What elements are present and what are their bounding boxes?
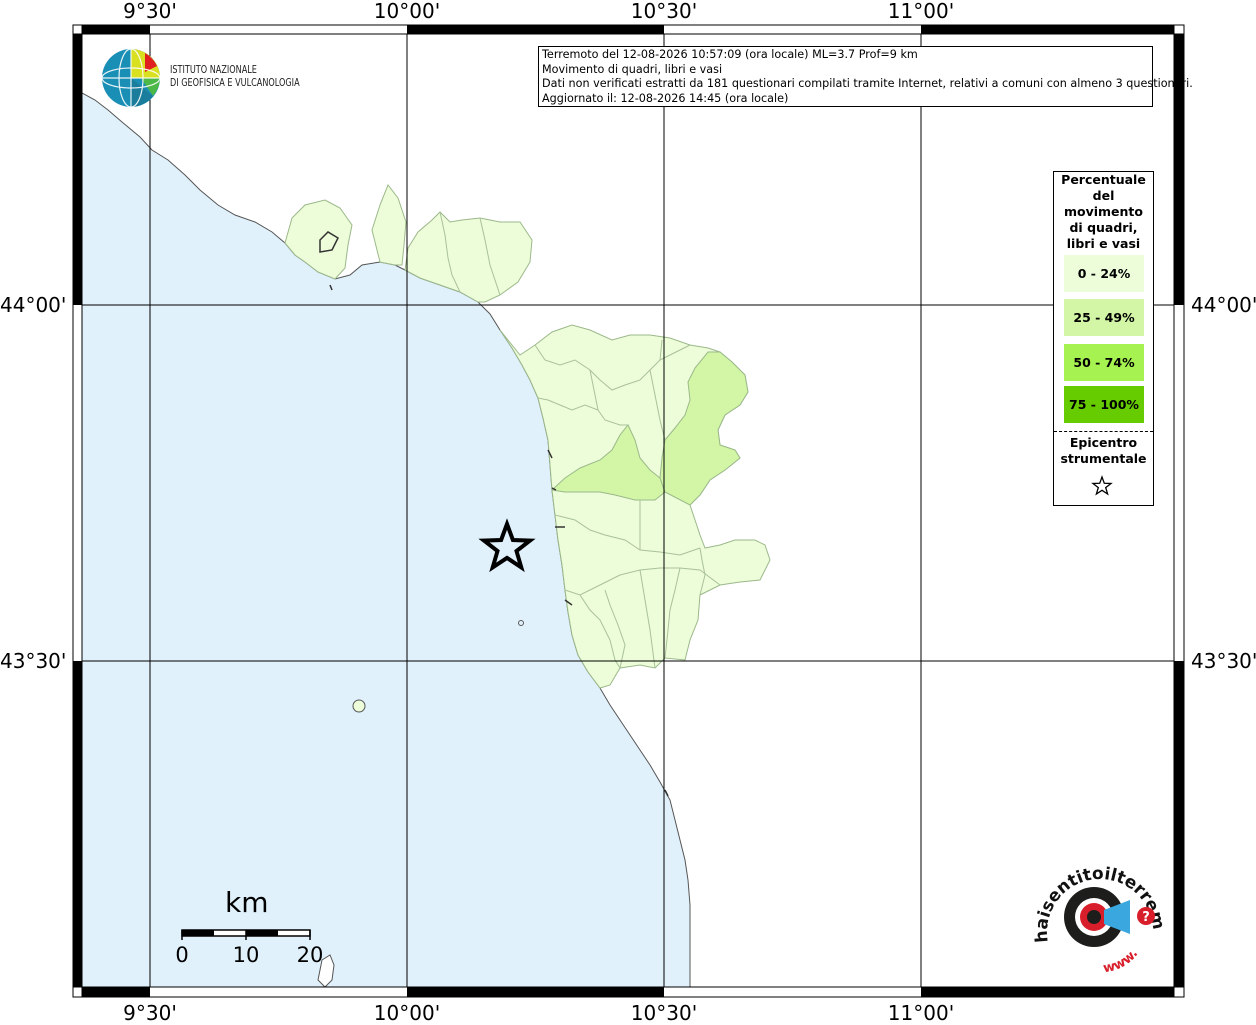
scale-label: 0 (175, 943, 189, 967)
legend-title-line: di quadri, (1069, 220, 1138, 235)
legend-class-label: 0 - 24% (1077, 266, 1131, 281)
lon-tick-bottom: 10°30' (630, 1001, 698, 1025)
lat-tick-right: 43°30' (1191, 649, 1256, 673)
hsit-www: www. (1102, 946, 1141, 976)
star-icon (1091, 475, 1113, 496)
legend-epicenter-line: Epicentro (1069, 435, 1138, 450)
lat-tick-left: 44°00' (0, 293, 67, 317)
legend-class-50-74: 50 - 74% (1064, 344, 1144, 381)
legend-epicenter-line: strumentale (1060, 451, 1147, 466)
logo-line: DI GEOFISICA E VULCANOLOGIA (170, 76, 300, 89)
haisentito-logo-icon: haisentitoilterremoto.it www. ? (1034, 862, 1164, 976)
map-subject: Movimento di quadri, libri e vasi (542, 62, 723, 76)
event-info-box: Terremoto del 12-08-2026 10:57:09 (ora l… (538, 46, 1193, 107)
lat-tick-right: 44°00' (1191, 293, 1256, 317)
legend-class-25-49: 25 - 49% (1064, 299, 1144, 336)
legend-title-line: movimento (1063, 204, 1143, 219)
lon-tick-top: 10°30' (630, 0, 698, 23)
lon-tick-top: 9°30' (123, 0, 177, 23)
legend-class-label: 75 - 100% (1069, 397, 1139, 412)
ingv-globe-icon (101, 48, 161, 108)
legend-title-line: del (1092, 188, 1115, 203)
lat-tick-left: 43°30' (0, 649, 67, 673)
lon-tick-bottom: 11°00' (887, 1001, 955, 1025)
legend-divider (1054, 431, 1153, 432)
legend-class-label: 50 - 74% (1073, 355, 1135, 370)
legend: Percentuale del movimento di quadri, lib… (1053, 171, 1154, 506)
svg-text:www.: www. (1102, 946, 1141, 976)
scale-label: 10 (232, 943, 260, 967)
lon-tick-bottom: 9°30' (123, 1001, 177, 1025)
lon-tick-top: 10°00' (373, 0, 441, 23)
legend-title: Percentuale del movimento di quadri, lib… (1054, 172, 1153, 252)
legend-title-line: Percentuale (1061, 172, 1146, 187)
event-title: Terremoto del 12-08-2026 10:57:09 (ora l… (542, 48, 918, 61)
lon-tick-top: 11°00' (887, 0, 955, 23)
legend-title-line: libri e vasi (1066, 236, 1141, 251)
scale-label: 20 (296, 943, 324, 967)
island (352, 699, 366, 713)
ingv-logo-text: ISTITUTO NAZIONALE DI GEOFISICA E VULCAN… (170, 63, 300, 89)
legend-epicenter-title: Epicentro strumentale (1054, 435, 1153, 467)
data-note: Dati non verificati estratti da 181 ques… (542, 77, 1193, 90)
legend-class-0-24: 0 - 24% (1064, 255, 1144, 292)
scale-unit: km (225, 886, 269, 919)
hsit-question: ? (1142, 910, 1150, 925)
legend-class-75-100: 75 - 100% (1064, 386, 1144, 423)
lon-tick-bottom: 10°00' (373, 1001, 441, 1025)
update-time: Aggiornato il: 12-08-2026 14:45 (ora loc… (542, 91, 789, 105)
logo-line: ISTITUTO NAZIONALE (170, 63, 257, 76)
legend-class-label: 25 - 49% (1073, 310, 1135, 325)
